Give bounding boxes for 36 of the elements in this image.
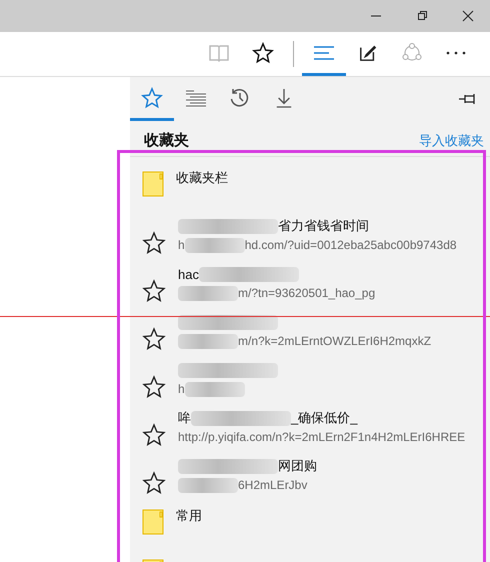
- download-icon: [275, 88, 293, 108]
- favorite-title[interactable]: 网团购: [278, 457, 317, 475]
- star-icon: [142, 471, 166, 495]
- star-icon: [141, 86, 163, 108]
- favorites-heading: 收藏夹: [144, 131, 189, 150]
- restore-icon[interactable]: [416, 10, 428, 22]
- more-icon: [446, 50, 466, 54]
- star-icon: [142, 375, 166, 399]
- favorite-url: h: [178, 382, 185, 396]
- close-icon[interactable]: [462, 10, 474, 22]
- favorite-url: hd.com/?uid=0012eba25abc00b9743d8: [244, 238, 457, 252]
- favorite-url: h: [178, 238, 185, 252]
- pen-icon: [359, 44, 377, 62]
- favorite-title[interactable]: 哞: [178, 409, 191, 427]
- star-icon: [142, 231, 166, 255]
- star-icon: [252, 42, 274, 64]
- folder-icon: [142, 509, 164, 535]
- folder-name[interactable]: 常用: [176, 507, 202, 525]
- favorite-title[interactable]: 省力省钱省时间: [278, 217, 369, 235]
- star-icon: [142, 423, 166, 447]
- history-icon: [229, 86, 251, 108]
- folder-name[interactable]: 收藏夹栏: [176, 169, 228, 187]
- favorite-title[interactable]: _确保低价_: [291, 409, 358, 427]
- list-icon: [185, 88, 207, 106]
- favorite-url: http://p.yiqifa.com/n?k=2mLErn2F1n4H2mLErI6HREE: [178, 430, 466, 444]
- import-favorites-link[interactable]: 导入收藏夹: [419, 132, 484, 150]
- star-icon: [142, 327, 166, 351]
- favorite-url: m/n?k=2mLErntOWZLErI6H2mqxkZ: [238, 334, 432, 348]
- lines-icon: [313, 46, 335, 60]
- favorite-url: 6H2mLErJbv: [238, 478, 308, 492]
- share-icon: [401, 42, 423, 64]
- book-icon: [208, 42, 230, 62]
- favorite-title[interactable]: hac: [178, 266, 199, 282]
- folder-icon: [142, 171, 164, 197]
- favorite-url: m/?tn=93620501_hao_pg: [238, 286, 376, 300]
- star-icon: [142, 279, 166, 303]
